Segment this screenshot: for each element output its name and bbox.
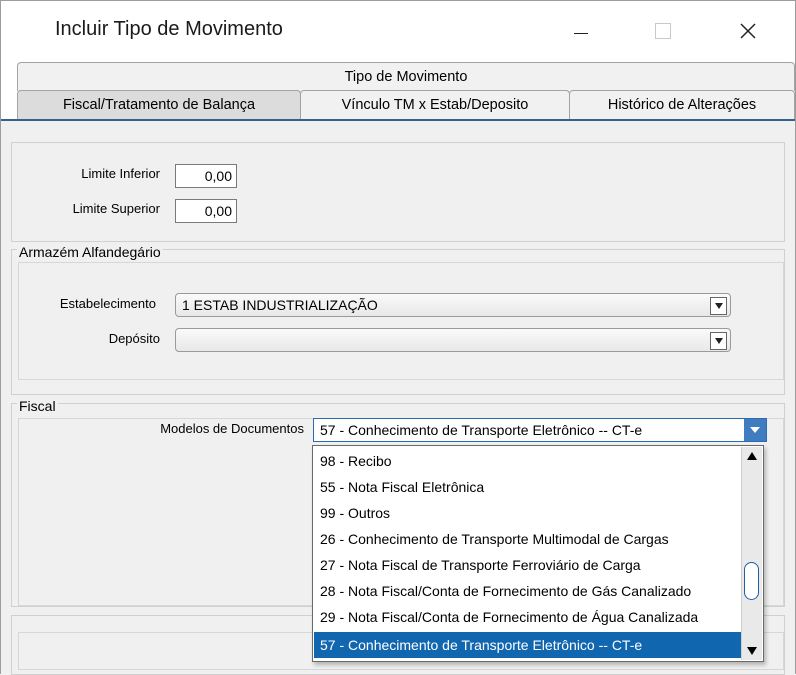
maximize-icon [655,23,671,39]
tab-fiscal-tratamento-balanca[interactable]: Fiscal/Tratamento de Balança [17,90,301,119]
close-icon [740,23,756,39]
dropdown-option[interactable]: 99 - Outros [314,500,742,526]
upper-limit-label: Limite Superior [72,201,160,216]
tab-strip: Tipo de Movimento Fiscal/Tratamento de B… [1,59,795,121]
dropdown-option[interactable]: 98 - Recibo [314,448,742,474]
deposito-label: Depósito [108,331,160,346]
armazem-inner-frame [18,262,784,380]
minimize-button[interactable] [561,13,601,49]
dropdown-option[interactable]: 27 - Nota Fiscal de Transporte Ferroviár… [314,552,742,578]
scroll-down-icon[interactable] [742,642,762,660]
dropdown-option[interactable]: 55 - Nota Fiscal Eletrônica [314,474,742,500]
tab-vinculo-tm-estab-deposito[interactable]: Vínculo TM x Estab/Deposito [300,90,570,119]
dialog-window: Incluir Tipo de Movimento Tipo de Movime… [0,0,796,675]
lower-limit-input[interactable]: 0,00 [175,164,237,188]
estabelecimento-value: 1 ESTAB INDUSTRIALIZAÇÃO [182,297,378,313]
limits-panel: Limite Inferior 0,00 Limite Superior 0,0… [11,142,785,242]
estabelecimento-label: Estabelecimento [59,296,156,311]
armazem-panel: Armazém Alfandegário Estabelecimento 1 E… [11,244,785,395]
upper-limit-input[interactable]: 0,00 [175,199,237,223]
modelos-documentos-select[interactable]: 57 - Conhecimento de Transporte Eletrôni… [313,418,767,442]
dropdown-scrollbar[interactable] [741,447,762,660]
chevron-down-icon[interactable] [744,419,766,441]
close-button[interactable] [728,13,768,49]
modelos-documentos-dropdown: 98 - Recibo 55 - Nota Fiscal Eletrônica … [312,445,764,662]
lower-limit-label: Limite Inferior [81,166,160,181]
dropdown-option[interactable]: 26 - Conhecimento de Transporte Multimod… [314,526,742,552]
dropdown-option[interactable]: 28 - Nota Fiscal/Conta de Fornecimento d… [314,578,742,604]
tab-tipo-de-movimento[interactable]: Tipo de Movimento [17,62,795,91]
maximize-button[interactable] [643,13,683,49]
deposito-select[interactable] [175,328,731,352]
window-title: Incluir Tipo de Movimento [55,18,283,40]
dropdown-option-selected[interactable]: 57 - Conhecimento de Transporte Eletrôni… [314,632,742,658]
scroll-up-icon[interactable] [742,447,762,465]
title-bar: Incluir Tipo de Movimento [1,1,795,59]
modelos-documentos-label: Modelos de Documentos [160,421,304,436]
minimize-icon [574,32,588,34]
tab-historico-alteracoes[interactable]: Histórico de Alterações [569,90,795,119]
chevron-down-icon[interactable] [710,332,727,350]
estabelecimento-select[interactable]: 1 ESTAB INDUSTRIALIZAÇÃO [175,293,731,317]
fiscal-legend: Fiscal [17,398,58,414]
scrollbar-thumb[interactable] [744,562,759,600]
chevron-down-icon[interactable] [710,297,727,315]
dropdown-option[interactable]: 29 - Nota Fiscal/Conta de Fornecimento d… [314,604,742,630]
modelos-documentos-value: 57 - Conhecimento de Transporte Eletrôni… [320,422,643,438]
armazem-legend: Armazém Alfandegário [17,244,163,260]
